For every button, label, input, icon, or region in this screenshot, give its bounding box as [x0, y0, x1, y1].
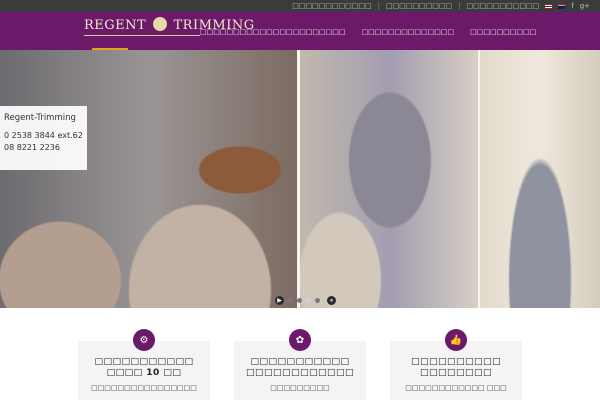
google-plus-icon[interactable]: g+	[580, 2, 590, 10]
main-header: REGENT TRIMMING □□□□□□□□□□□□□□□□□□□□□□ □…	[0, 12, 600, 50]
slide-image-tassels-left	[0, 50, 300, 308]
contact-phone-2[interactable]: 08 8221 2236	[4, 142, 83, 154]
gear-icon: ⚙	[133, 329, 155, 351]
feature-desc: □□□□□□□□□□□□ □□□	[405, 384, 507, 392]
top-link-1[interactable]: □□□□□□□□□□□□	[292, 2, 371, 10]
slide-dot-3[interactable]	[306, 298, 311, 303]
features-section: ⚙ □□□□□□□□□□□ □□□□ 10 □□ □□□□□□□□□□□□□□□…	[0, 308, 600, 400]
slider-controls: ▶ ⏸	[275, 296, 336, 305]
thai-flag-icon[interactable]	[545, 3, 553, 9]
english-flag-icon[interactable]	[558, 3, 566, 9]
facebook-icon[interactable]: f	[571, 2, 573, 10]
main-nav: □□□□□□□□□□□□□□□□□□□□□□ □□□□□□□□□□□□□□ □□…	[200, 28, 536, 36]
feature-title: □□□□□□□□□□□ □□□□□□□□□□□□	[245, 357, 355, 378]
contact-card: Regent-Trimming 0 2538 3844 ext.62 08 82…	[0, 106, 87, 170]
top-utility-bar: □□□□□□□□□□□□ | □□□□□□□□□□ | □□□□□□□□□□□ …	[0, 0, 600, 12]
separator: |	[458, 2, 461, 10]
contact-name: Regent-Trimming	[4, 113, 76, 123]
nav-item-3[interactable]: □□□□□□□□□□	[470, 28, 536, 36]
feature-desc: □□□□□□□□□□□□□□□□	[91, 384, 197, 392]
pause-icon[interactable]: ⏸	[327, 296, 336, 305]
nav-item-2[interactable]: □□□□□□□□□□□□□□	[362, 28, 455, 36]
play-icon[interactable]: ▶	[275, 296, 284, 305]
slide-dot-4[interactable]	[315, 298, 320, 303]
hero-slider[interactable]: Regent-Trimming 0 2538 3844 ext.62 08 82…	[0, 50, 600, 308]
slide-image-curtain-tieback	[480, 50, 600, 308]
logo-rule	[84, 35, 200, 36]
slide-dot-1[interactable]	[288, 298, 293, 303]
slide-image-tassels-center	[300, 50, 480, 308]
feature-card-3[interactable]: 👍 □□□□□□□□□□ □□□□□□□□ □□□□□□□□□□□□ □□□	[390, 329, 522, 400]
feature-card-2[interactable]: ✿ □□□□□□□□□□□ □□□□□□□□□□□□ □□□□□□□□□	[234, 329, 366, 400]
nav-item-1[interactable]: □□□□□□□□□□□□□□□□□□□□□□	[200, 28, 346, 36]
flower-icon: ✿	[289, 329, 311, 351]
feature-title: □□□□□□□□□□ □□□□□□□□	[410, 357, 502, 378]
feature-title: □□□□□□□□□□□ □□□□ 10 □□	[94, 357, 194, 378]
logo-text-left: REGENT	[84, 18, 147, 33]
separator: |	[377, 2, 380, 10]
feature-desc: □□□□□□□□□	[270, 384, 330, 392]
thumbs-up-icon: 👍	[445, 329, 467, 351]
logo-crest-icon	[152, 17, 167, 31]
top-link-3[interactable]: □□□□□□□□□□□	[466, 2, 539, 10]
slide-dot-2[interactable]	[297, 298, 302, 303]
feature-card-1[interactable]: ⚙ □□□□□□□□□□□ □□□□ 10 □□ □□□□□□□□□□□□□□□…	[78, 329, 210, 400]
top-link-2[interactable]: □□□□□□□□□□	[386, 2, 452, 10]
contact-phone-1[interactable]: 0 2538 3844 ext.62	[4, 130, 83, 142]
